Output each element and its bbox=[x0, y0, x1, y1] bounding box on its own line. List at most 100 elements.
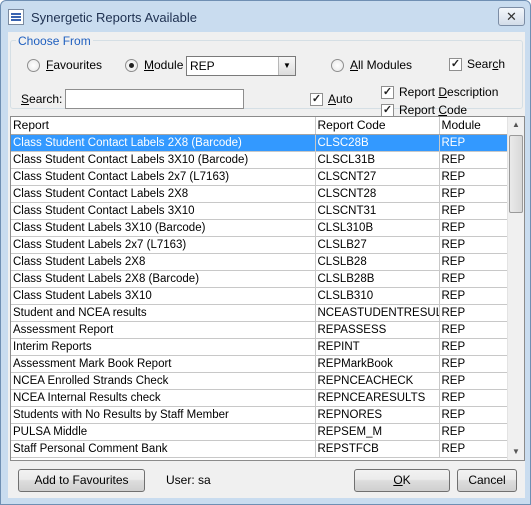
auto-checkbox[interactable]: ✓ Auto bbox=[310, 92, 353, 106]
close-icon: ✕ bbox=[506, 9, 517, 24]
module-cell: REP bbox=[439, 423, 508, 441]
title-bar[interactable]: Synergetic Reports Available ✕ bbox=[1, 1, 530, 31]
module-cell: REP bbox=[439, 389, 508, 407]
module-cell: REP bbox=[439, 287, 508, 305]
table-row[interactable]: Class Student Contact Labels 3X10 (Barco… bbox=[11, 151, 508, 169]
table-row[interactable]: Students with No Results by Staff Member… bbox=[11, 406, 508, 424]
table-row[interactable]: NCEA Internal Results check REPNCEARESULT… bbox=[11, 389, 508, 407]
module-cell: REP bbox=[439, 185, 508, 203]
module-cell: REP bbox=[439, 270, 508, 288]
report-cell: Staff Personal Comment Bank bbox=[11, 440, 316, 458]
all-modules-radio[interactable]: All Modules bbox=[331, 58, 412, 72]
module-cell: REP bbox=[439, 168, 508, 186]
report-code-label: Report Code bbox=[399, 103, 468, 117]
scroll-up-icon[interactable]: ▲ bbox=[508, 117, 524, 133]
user-label: User: sa bbox=[166, 473, 211, 487]
auto-label: Auto bbox=[328, 92, 353, 106]
ok-button[interactable]: OK bbox=[354, 469, 450, 492]
scroll-down-icon[interactable]: ▼ bbox=[508, 444, 524, 460]
chevron-down-icon[interactable]: ▼ bbox=[278, 57, 295, 75]
table-row[interactable]: Class Student Labels 2x7 (L7163) CLSLB27 R… bbox=[11, 236, 508, 254]
table-row[interactable]: Class Student Labels 3X10 (Barcode) CLSL3… bbox=[11, 219, 508, 237]
report-description-checkbox[interactable]: ✓ Report Description bbox=[381, 85, 498, 99]
report-code-cell: REPNCEARESULTS bbox=[315, 389, 440, 407]
table-row[interactable]: Class Student Contact Labels 2X8 (Barcod… bbox=[11, 134, 508, 152]
report-code-cell: CLSCNT28 bbox=[315, 185, 440, 203]
module-cell: REP bbox=[439, 151, 508, 169]
report-cell: PULSA Middle bbox=[11, 423, 316, 441]
table-header-row: Report Report Code Module bbox=[11, 117, 508, 135]
report-cell: Class Student Labels 2x7 (L7163) bbox=[11, 236, 316, 254]
module-cell: REP bbox=[439, 253, 508, 271]
vertical-scrollbar[interactable]: ▲ ▼ bbox=[507, 117, 524, 460]
report-cell: Class Student Contact Labels 2X8 (Barcod… bbox=[11, 134, 316, 152]
report-code-cell: CLSCNT27 bbox=[315, 168, 440, 186]
module-cell: REP bbox=[439, 321, 508, 339]
table-row[interactable]: Student and NCEA resultsNCEASTUDENTRESUL… bbox=[11, 304, 508, 322]
report-cell: Class Student Labels 3X10 bbox=[11, 287, 316, 305]
choose-from-legend: Choose From bbox=[16, 34, 93, 48]
app-icon bbox=[8, 9, 24, 25]
scrollbar-thumb[interactable] bbox=[509, 135, 523, 213]
module-select[interactable]: REP ▼ bbox=[186, 56, 296, 76]
column-header-report[interactable]: Report bbox=[11, 117, 316, 135]
table-row[interactable]: Class Student Labels 2X8 (Barcode) CLSLB2… bbox=[11, 270, 508, 288]
report-cell: Class Student Labels 2X8 (Barcode) bbox=[11, 270, 316, 288]
table-row[interactable]: Assessment Mark Book Report REPMarkBook RE… bbox=[11, 355, 508, 373]
report-code-cell: CLSC28B bbox=[315, 134, 440, 152]
report-cell: Assessment Mark Book Report bbox=[11, 355, 316, 373]
report-code-cell: REPMarkBook bbox=[315, 355, 440, 373]
report-cell: Class Student Contact Labels 3X10 bbox=[11, 202, 316, 220]
table-row[interactable]: PULSA Middle REPSEM_M REP bbox=[11, 423, 508, 441]
module-cell: REP bbox=[439, 440, 508, 458]
module-cell: REP bbox=[439, 406, 508, 424]
report-code-cell: CLSCL31B bbox=[315, 151, 440, 169]
table-row[interactable]: Class Student Labels 3X10 CLSLB310 REP bbox=[11, 287, 508, 305]
favourites-label: Favourites bbox=[46, 58, 103, 72]
window-title: Synergetic Reports Available bbox=[31, 10, 197, 25]
auto-check-mark: ✓ bbox=[310, 92, 323, 106]
module-radio[interactable]: Module bbox=[125, 58, 183, 72]
report-cell: Interim Reports bbox=[11, 338, 316, 356]
column-header-report-code[interactable]: Report Code bbox=[315, 117, 440, 135]
report-cell: Students with No Results by Staff Member bbox=[11, 406, 316, 424]
search-checkbox[interactable]: ✓ Search bbox=[449, 57, 505, 71]
all-modules-radio-dot bbox=[331, 58, 344, 72]
report-description-label: Report Description bbox=[399, 85, 499, 99]
table-row[interactable]: Class Student Contact Labels 2x7 (L7163)… bbox=[11, 168, 508, 186]
report-description-check-mark: ✓ bbox=[381, 85, 394, 99]
dialog-window: Synergetic Reports Available ✕ Choose Fr… bbox=[0, 0, 531, 505]
module-cell: REP bbox=[439, 202, 508, 220]
report-code-cell: REPNCEACHECK bbox=[315, 372, 440, 390]
report-code-check-mark: ✓ bbox=[381, 103, 394, 117]
table-row[interactable]: NCEA Enrolled Strands Check REPNCEACHECK R… bbox=[11, 372, 508, 390]
report-code-cell: REPASSESS bbox=[315, 321, 440, 339]
table-row[interactable]: Staff Personal Comment Bank REPSTFCB REP bbox=[11, 440, 508, 458]
report-code-cell: CLSLB28B bbox=[315, 270, 440, 288]
favourites-radio[interactable]: Favourites bbox=[27, 58, 102, 72]
module-select-value: REP bbox=[190, 59, 215, 73]
close-button[interactable]: ✕ bbox=[498, 7, 525, 26]
module-cell: REP bbox=[439, 134, 508, 152]
add-to-favourites-button[interactable]: Add to Favourites bbox=[18, 469, 145, 492]
report-code-cell: CLSLB310 bbox=[315, 287, 440, 305]
favourites-radio-dot bbox=[27, 58, 40, 72]
cancel-button[interactable]: Cancel bbox=[457, 469, 517, 492]
report-code-checkbox[interactable]: ✓ Report Code bbox=[381, 103, 467, 117]
table-row[interactable]: Assessment Report REPASSESS REP bbox=[11, 321, 508, 339]
module-cell: REP bbox=[439, 338, 508, 356]
search-input[interactable] bbox=[65, 89, 244, 109]
report-cell: Class Student Contact Labels 2X8 bbox=[11, 185, 316, 203]
report-code-cell: REPINT bbox=[315, 338, 440, 356]
table-row[interactable]: Class Student Contact Labels 3X10 CLSCNT3… bbox=[11, 202, 508, 220]
report-code-cell: NCEASTUDENTRESULTS bbox=[315, 304, 440, 322]
report-cell: Student and NCEA results bbox=[11, 304, 316, 322]
report-code-cell: REPNORES bbox=[315, 406, 440, 424]
search-label: Search: bbox=[21, 92, 63, 106]
table-row[interactable]: Class Student Labels 2X8 CLSLB28 REP bbox=[11, 253, 508, 271]
report-cell: Class Student Contact Labels 2x7 (L7163) bbox=[11, 168, 316, 186]
column-header-module[interactable]: Module bbox=[439, 117, 508, 135]
report-code-cell: REPSTFCB bbox=[315, 440, 440, 458]
table-row[interactable]: Interim Reports REPINT REP bbox=[11, 338, 508, 356]
table-row[interactable]: Class Student Contact Labels 2X8 CLSCNT28… bbox=[11, 185, 508, 203]
